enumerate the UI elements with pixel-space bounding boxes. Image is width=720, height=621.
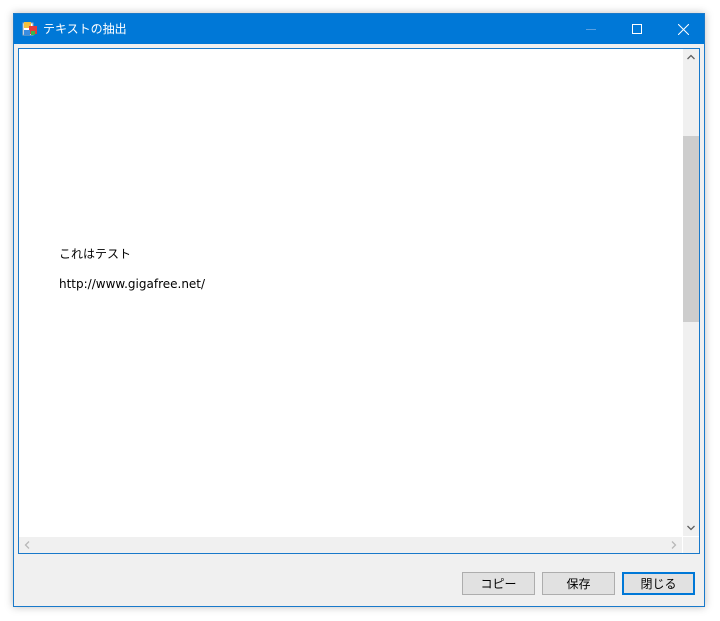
dialog-window: テキストの抽出 これはテスト http://www.gigafree.net/ xyxy=(13,13,705,607)
scroll-up-button[interactable] xyxy=(683,49,699,66)
app-icon xyxy=(22,21,38,37)
text-line: http://www.gigafree.net/ xyxy=(59,277,206,291)
maximize-button[interactable] xyxy=(614,14,660,44)
window-title: テキストの抽出 xyxy=(43,22,127,36)
chevron-left-icon xyxy=(24,541,30,549)
copy-button[interactable]: コピー xyxy=(462,572,535,595)
chevron-up-icon xyxy=(687,54,695,60)
minimize-button[interactable] xyxy=(568,14,614,44)
scrollbar-corner xyxy=(683,537,699,553)
close-icon xyxy=(677,23,689,35)
scroll-left-button[interactable] xyxy=(19,537,36,553)
minimize-icon xyxy=(586,29,596,30)
close-button[interactable]: 閉じる xyxy=(622,572,695,595)
close-window-button[interactable] xyxy=(660,14,706,44)
vertical-scroll-thumb[interactable] xyxy=(683,136,699,322)
chevron-down-icon xyxy=(687,525,695,531)
vertical-scrollbar[interactable] xyxy=(683,49,699,536)
scroll-down-button[interactable] xyxy=(683,519,699,536)
text-line: これはテスト xyxy=(59,247,132,261)
scroll-right-button[interactable] xyxy=(665,537,682,553)
text-content[interactable]: これはテスト http://www.gigafree.net/ xyxy=(19,49,682,536)
save-button[interactable]: 保存 xyxy=(542,572,615,595)
extracted-text-pane[interactable]: これはテスト http://www.gigafree.net/ xyxy=(18,48,700,554)
title-bar[interactable]: テキストの抽出 xyxy=(14,14,704,44)
maximize-icon xyxy=(632,24,642,34)
chevron-right-icon xyxy=(671,541,677,549)
horizontal-scrollbar[interactable] xyxy=(19,537,682,553)
